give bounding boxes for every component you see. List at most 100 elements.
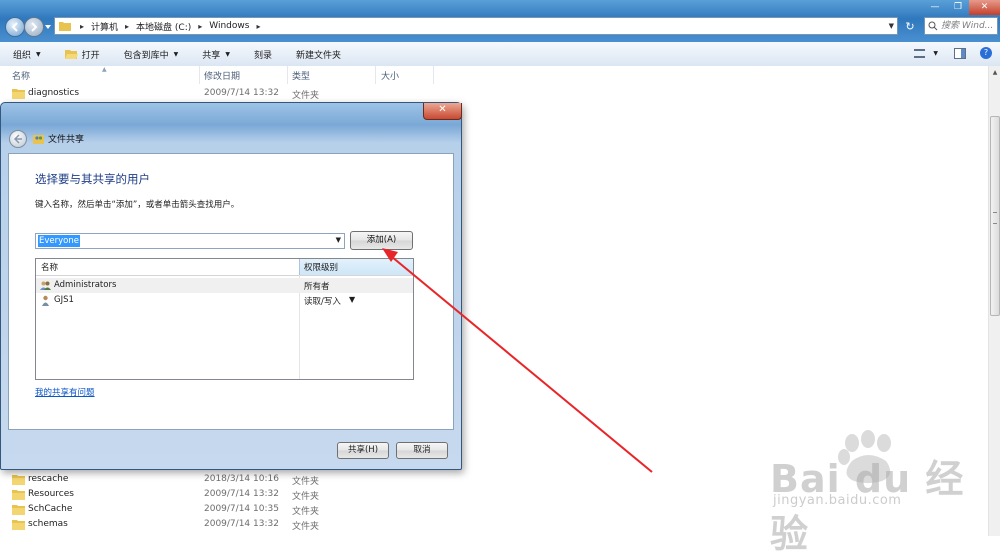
column-size[interactable]: 大小 xyxy=(381,69,399,82)
include-in-library-menu[interactable]: 包含到库中 ▼ xyxy=(124,48,179,61)
search-icon xyxy=(928,21,938,31)
file-name: Resources xyxy=(28,489,74,499)
column-name[interactable]: 名称 xyxy=(12,69,30,82)
dialog-heading: 选择要与其共享的用户 xyxy=(35,172,150,186)
permission-level: 所有者 xyxy=(304,282,330,292)
scroll-grip-icon xyxy=(993,212,997,224)
chevron-down-icon: ▼ xyxy=(36,50,41,58)
minimize-icon: — xyxy=(930,2,940,12)
file-date: 2009/7/14 10:35 xyxy=(204,504,279,514)
permission-list-header: 名称 权限级别 xyxy=(36,259,413,276)
breadcrumb: ▸ 计算机 ▸ 本地磁盘 (C:) ▸ Windows ▸ xyxy=(77,20,267,33)
open-folder-icon xyxy=(64,49,78,59)
breadcrumb-local-disk[interactable]: 本地磁盘 (C:) xyxy=(136,20,191,33)
folder-icon xyxy=(12,475,25,485)
file-name: rescache xyxy=(28,474,69,484)
file-type: 文件夹 xyxy=(292,492,320,502)
file-sharing-dialog: ✕ 文件共享 选择要与其共享的用户 键入名称，然后单击“添加”，或者单击箭头查找… xyxy=(0,102,462,470)
share-button[interactable]: 共享(H) xyxy=(337,442,389,459)
open-label: 打开 xyxy=(81,50,100,61)
permission-level[interactable]: 读取/写入 xyxy=(304,295,341,307)
user-icon xyxy=(42,295,49,306)
maximize-button[interactable]: ❐ xyxy=(947,0,969,15)
file-row[interactable]: diagnostics 2009/7/14 13:32 文件夹 xyxy=(0,87,988,102)
chevron-down-icon[interactable]: ▼ xyxy=(336,236,341,244)
search-input[interactable]: 搜索 Wind... xyxy=(924,17,998,35)
user-row[interactable]: GJS1 读取/写入 ▼ xyxy=(36,293,413,308)
user-name: Administrators xyxy=(54,280,117,290)
folder-icon xyxy=(12,505,25,515)
arrow-left-icon xyxy=(13,134,22,144)
column-divider[interactable] xyxy=(433,66,434,84)
forward-button[interactable] xyxy=(24,17,44,37)
back-button[interactable] xyxy=(5,17,25,37)
file-type: 文件夹 xyxy=(292,522,320,532)
folder-icon xyxy=(12,89,25,99)
address-dropdown-icon[interactable]: ▼ xyxy=(889,22,894,30)
user-name-combobox[interactable]: Everyone ▼ xyxy=(35,233,345,249)
file-name: schemas xyxy=(28,519,68,529)
recent-pages-dropdown[interactable] xyxy=(44,22,52,32)
file-type: 文件夹 xyxy=(292,91,320,101)
organize-menu[interactable]: 组织 ▼ xyxy=(13,48,41,61)
user-row[interactable]: Administrators 所有者 xyxy=(36,278,413,293)
close-window-button[interactable]: ✕ xyxy=(969,0,1000,15)
permission-list[interactable]: 名称 权限级别 Administrators 所有者 GJS1 读取/写入 ▼ xyxy=(35,258,414,380)
scroll-thumb[interactable] xyxy=(990,116,1000,316)
user-name: GJS1 xyxy=(54,295,74,305)
dialog-back-button[interactable] xyxy=(9,130,27,148)
file-date: 2009/7/14 13:32 xyxy=(204,489,279,499)
column-divider[interactable] xyxy=(375,66,376,84)
address-bar[interactable]: ▸ 计算机 ▸ 本地磁盘 (C:) ▸ Windows ▸ ▼ xyxy=(54,17,898,35)
user-name-input-value[interactable]: Everyone xyxy=(38,235,80,247)
preview-pane-icon[interactable] xyxy=(954,47,966,59)
scroll-up-button[interactable]: ▲ xyxy=(989,66,1000,80)
folder-icon xyxy=(12,520,25,530)
chevron-right-icon: ▸ xyxy=(80,21,85,31)
search-placeholder: 搜索 Wind... xyxy=(941,21,994,31)
dialog-instruction: 键入名称，然后单击“添加”，或者单击箭头查找用户。 xyxy=(35,200,240,210)
refresh-icon: ↻ xyxy=(905,19,915,33)
chevron-right-icon: ▸ xyxy=(256,21,261,31)
cancel-button[interactable]: 取消 xyxy=(396,442,448,459)
minimize-button[interactable]: — xyxy=(923,0,947,15)
chevron-down-icon: ▼ xyxy=(225,50,230,58)
chevron-down-icon[interactable]: ▼ xyxy=(349,295,355,304)
folder-icon xyxy=(12,490,25,500)
close-icon: ✕ xyxy=(980,2,989,12)
chevron-down-icon[interactable]: ▼ xyxy=(933,50,938,57)
sharing-users-icon xyxy=(33,135,44,144)
dialog-close-button[interactable]: ✕ xyxy=(423,103,462,120)
burn-button[interactable]: 刻录 xyxy=(254,48,272,61)
chevron-right-icon: ▸ xyxy=(125,21,130,31)
column-type[interactable]: 类型 xyxy=(292,69,310,82)
view-options-icon[interactable] xyxy=(914,48,926,58)
restore-icon: ❐ xyxy=(953,2,963,12)
file-type: 文件夹 xyxy=(292,477,320,487)
new-folder-label: 新建文件夹 xyxy=(295,50,341,61)
chevron-right-icon: ▸ xyxy=(198,21,203,31)
sharing-help-link[interactable]: 我的共享有问题 xyxy=(35,386,95,398)
dialog-title: 文件共享 xyxy=(48,135,85,145)
breadcrumb-windows[interactable]: Windows xyxy=(209,21,249,31)
open-button[interactable]: 打开 xyxy=(64,48,100,61)
column-divider[interactable] xyxy=(199,66,200,84)
refresh-button[interactable]: ↻ xyxy=(900,17,920,35)
column-name[interactable]: 名称 xyxy=(41,261,58,273)
share-label: 共享 xyxy=(202,50,221,61)
column-permission-level-label: 权限级别 xyxy=(304,263,339,273)
help-icon[interactable]: ? xyxy=(980,47,992,59)
arrow-right-icon xyxy=(31,22,38,32)
share-menu[interactable]: 共享 ▼ xyxy=(202,48,230,61)
column-permission-level[interactable]: 权限级别 xyxy=(299,259,413,275)
add-button[interactable]: 添加(A) xyxy=(350,231,413,250)
breadcrumb-computer[interactable]: 计算机 xyxy=(91,20,118,33)
column-divider[interactable] xyxy=(287,66,288,84)
folder-icon xyxy=(59,22,71,31)
column-header: ▲ 名称 修改日期 类型 大小 xyxy=(0,66,988,84)
explorer-title-bar: ▸ 计算机 ▸ 本地磁盘 (C:) ▸ Windows ▸ ▼ ↻ 搜索 Win… xyxy=(0,0,1000,42)
column-date[interactable]: 修改日期 xyxy=(204,69,240,82)
include-in-library-label: 包含到库中 xyxy=(123,50,169,61)
file-date: 2009/7/14 13:32 xyxy=(204,519,279,529)
new-folder-button[interactable]: 新建文件夹 xyxy=(296,48,341,61)
